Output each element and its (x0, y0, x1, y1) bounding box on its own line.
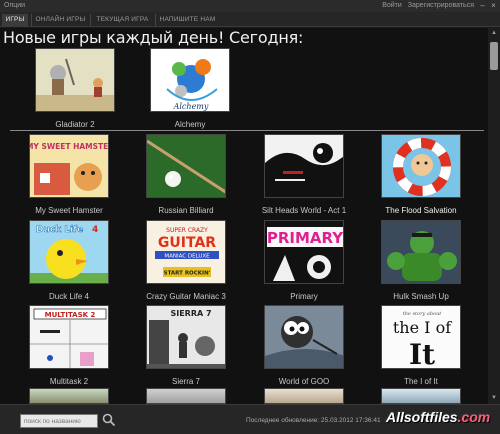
silt-heads-thumb[interactable] (264, 134, 344, 198)
close-icon[interactable]: × (489, 1, 498, 10)
game-tile[interactable]: Russian Billiard (134, 134, 238, 215)
game-title: Multitask 2 (49, 377, 89, 386)
multitask-logo: MULTITASK 2 (45, 311, 96, 319)
game-title: My Sweet Hamster (35, 206, 103, 215)
primary-thumb[interactable]: PRIMARY (264, 220, 344, 284)
game-tile[interactable]: SIERRA 7 Sierra 7 (134, 305, 238, 386)
game-thumb-partial[interactable] (264, 388, 344, 404)
watermark-main: Allsoftfiles (386, 409, 458, 425)
duck-logo: Duck Life (36, 225, 83, 235)
watermark-tld: .com (457, 409, 491, 425)
footer-bar: Последнее обновление: 25.03.2012 17:36:4… (0, 404, 500, 434)
game-tile[interactable]: MULTITASK 2 Multitask 2 (17, 305, 121, 386)
game-tile[interactable]: Silt Heads World - Act 1 (252, 134, 356, 215)
tab-bar: ИГРЫ ОНЛАЙН ИГРЫ ТЕКУЩАЯ ИГРА НАПИШИТЕ Н… (0, 12, 500, 27)
game-tile[interactable]: SUPER CRAZY GUITAR MANIAC DELUXE START R… (134, 220, 238, 301)
game-title: Primary (290, 292, 318, 301)
game-tile[interactable]: World of GOO (252, 305, 356, 386)
sierra-thumb[interactable]: SIERRA 7 (146, 305, 226, 369)
login-link[interactable]: Войти (382, 2, 402, 9)
game-tile[interactable]: MY SWEET HAMSTER My Sweet Hamster (17, 134, 121, 215)
game-title: Sierra 7 (171, 377, 200, 386)
i-of-it-tagline: the story about (403, 311, 443, 317)
svg-text:Alchemy: Alchemy (173, 102, 209, 111)
game-title: The I of It (404, 377, 438, 386)
auth-links: Войти Зарегистрироваться (376, 2, 474, 9)
game-title: Russian Billiard (158, 206, 214, 215)
hamster-logo: MY SWEET HAMSTER (30, 142, 109, 151)
game-title: Duck Life 4 (48, 292, 90, 301)
tab-games[interactable]: ИГРЫ (2, 14, 28, 26)
game-title: Silt Heads World - Act 1 (261, 206, 347, 215)
alchemy-thumb[interactable]: Alchemy (150, 48, 230, 112)
duck-logo-number: 4 (92, 225, 98, 235)
primary-logo: PRIMARY (267, 229, 344, 247)
multitask-thumb[interactable]: MULTITASK 2 (29, 305, 109, 369)
search-input[interactable] (20, 414, 98, 428)
gladiator-thumb[interactable] (35, 48, 115, 112)
game-tile[interactable]: Hulk Smash Up (369, 220, 473, 301)
register-link[interactable]: Зарегистрироваться (408, 2, 474, 9)
game-tile[interactable]: The Flood Salvation (369, 134, 473, 215)
game-title: Alchemy (174, 120, 206, 129)
game-title: Gladiator 2 (55, 120, 95, 129)
i-of-it-logo-big: It (409, 338, 435, 369)
i-of-it-logo: the I of (393, 318, 452, 337)
goo-thumb[interactable] (264, 305, 344, 369)
vertical-scrollbar[interactable]: ▲ ▼ (488, 28, 500, 404)
game-tile[interactable]: Alchemy Alchemy (138, 48, 242, 129)
billiard-thumb[interactable] (146, 134, 226, 198)
game-tile[interactable]: Duck Life 4 Duck Life 4 (17, 220, 121, 301)
guitar-start-label: START ROCKIN' (164, 271, 211, 277)
game-title: The Flood Salvation (385, 206, 457, 215)
guitar-logo-line2: GUITAR (158, 235, 216, 251)
search-icon[interactable] (102, 413, 116, 427)
scroll-up-icon[interactable]: ▲ (490, 30, 498, 36)
tab-write-us[interactable]: НАПИШИТЕ НАМ (155, 14, 219, 26)
sierra-logo: SIERRA 7 (170, 309, 211, 318)
guitar-logo-line1: SUPER CRAZY (166, 227, 208, 234)
game-thumb-partial[interactable] (381, 388, 461, 404)
options-menu[interactable]: Опции (4, 2, 25, 9)
flood-thumb[interactable] (381, 134, 461, 198)
game-thumb-partial[interactable] (29, 388, 109, 404)
tab-current-game[interactable]: ТЕКУЩАЯ ИГРА (90, 14, 154, 26)
game-title: Crazy Guitar Maniac 3 (146, 292, 226, 301)
scroll-thumb[interactable] (490, 42, 498, 70)
page-title: Новые игры каждый день! Сегодня: (3, 28, 304, 47)
section-divider (10, 130, 484, 131)
game-thumb-partial[interactable] (146, 388, 226, 404)
guitar-logo-line3: MANIAC DELUXE (164, 254, 210, 260)
scroll-down-icon[interactable]: ▼ (490, 395, 498, 401)
game-tile[interactable]: the story about the I of It The I of It (369, 305, 473, 386)
game-title: Hulk Smash Up (393, 292, 449, 301)
title-bar: Опции Войти Зарегистрироваться – × (0, 0, 500, 12)
minimize-icon[interactable]: – (478, 1, 487, 10)
games-panel: Новые игры каждый день! Сегодня: Gladiat… (0, 28, 488, 404)
game-title: World of GOO (278, 377, 330, 386)
i-of-it-thumb[interactable]: the story about the I of It (381, 305, 461, 369)
guitar-thumb[interactable]: SUPER CRAZY GUITAR MANIAC DELUXE START R… (146, 220, 226, 284)
tab-online-games[interactable]: ОНЛАЙН ИГРЫ (31, 14, 89, 26)
duck-thumb[interactable]: Duck Life 4 (29, 220, 109, 284)
watermark-logo: Allsoftfiles.com (386, 409, 490, 425)
hamster-thumb[interactable]: MY SWEET HAMSTER (29, 134, 109, 198)
last-update-label: Последнее обновление: 25.03.2012 17:36:4… (246, 417, 381, 424)
game-tile[interactable]: Gladiator 2 (23, 48, 127, 129)
hulk-thumb[interactable] (381, 220, 461, 284)
game-tile[interactable]: PRIMARY Primary (252, 220, 356, 301)
